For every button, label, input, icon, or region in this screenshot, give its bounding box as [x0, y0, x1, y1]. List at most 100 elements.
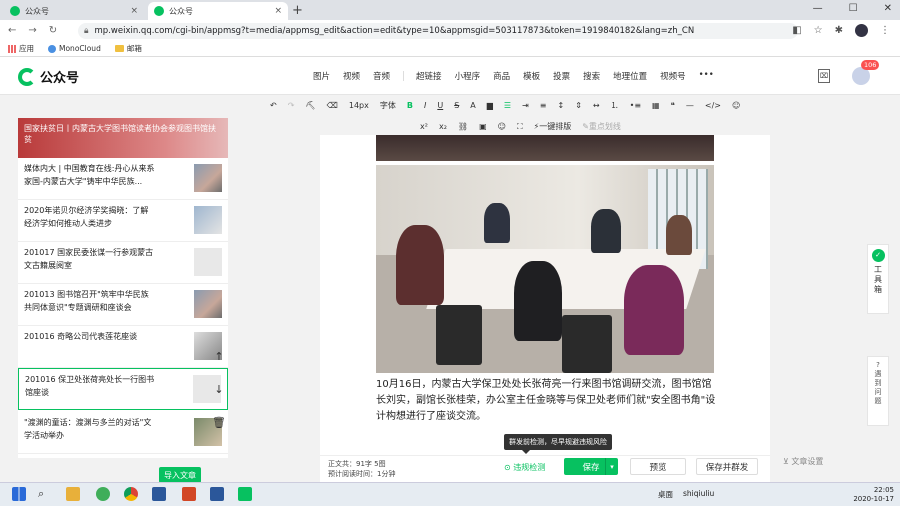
save-dropdown-icon[interactable]: ▾	[605, 458, 618, 475]
font-size-select[interactable]: 14px	[349, 101, 369, 110]
list-item[interactable]: 201017 国家民委张谋一行参观蒙古文古籍展阅室	[18, 242, 228, 284]
wechat-icon[interactable]	[238, 487, 252, 501]
nav-miniprogram[interactable]: 小程序	[455, 70, 481, 82]
nav-image[interactable]: 图片	[313, 70, 330, 82]
divider-icon[interactable]: —	[686, 101, 694, 110]
move-up-icon[interactable]: ↑	[214, 350, 223, 364]
quote-icon[interactable]: ❝	[671, 101, 675, 110]
reload-icon[interactable]: ↻	[49, 25, 57, 36]
app-icon[interactable]	[96, 487, 110, 501]
menu-kebab-icon[interactable]: ⋮	[880, 25, 890, 36]
article-settings-button[interactable]: ⊻ 文章设置	[783, 456, 823, 467]
chrome-icon[interactable]	[124, 487, 138, 501]
tab-close-icon[interactable]: ×	[274, 6, 282, 16]
sticker-icon[interactable]: ☺	[498, 122, 506, 131]
nav-template[interactable]: 模板	[523, 70, 540, 82]
maximize-icon[interactable]: ☐	[849, 3, 858, 14]
toolbox-panel[interactable]: ✓ 工具箱	[867, 244, 889, 314]
list-item-selected[interactable]: 201016 保卫处张荷亮处长一行图书馆座谈	[18, 368, 228, 410]
nav-search[interactable]: 搜索	[583, 70, 600, 82]
new-tab-button[interactable]: +	[292, 3, 303, 18]
file-explorer-icon[interactable]	[66, 487, 80, 501]
tab-close-icon[interactable]: ×	[130, 6, 138, 16]
strikethrough-icon[interactable]: S	[454, 101, 459, 110]
powerpoint-icon[interactable]	[182, 487, 196, 501]
nav-audio[interactable]: 音频	[373, 70, 390, 82]
unordered-list-icon[interactable]: •≡	[630, 101, 641, 110]
indent-icon[interactable]: ⇥	[522, 101, 529, 110]
mp-logo[interactable]: 公众号	[18, 67, 79, 86]
align-icon[interactable]: ≡	[540, 101, 547, 110]
fullscreen-icon[interactable]: ⛶	[517, 122, 523, 132]
star-icon[interactable]: ☆	[814, 25, 823, 36]
browser-tab-2[interactable]: 公众号 ×	[148, 2, 288, 20]
save-and-send-button[interactable]: 保存并群发	[696, 458, 758, 475]
nav-hyperlink[interactable]: 超链接	[416, 70, 442, 82]
move-down-icon[interactable]: ↓	[214, 383, 223, 397]
article-image-1[interactable]	[376, 135, 714, 161]
format-painter-icon[interactable]: ⛏︎	[305, 101, 315, 110]
violation-check-button[interactable]: ⊙ 违规检测	[504, 462, 545, 473]
background-color-icon[interactable]: ▆	[487, 101, 493, 110]
letter-spacing-icon[interactable]: ↔	[593, 101, 600, 110]
bold-icon[interactable]: B	[407, 101, 413, 110]
cover-article[interactable]: 国家扶贫日丨内蒙古大学图书馆读者协会参观图书馆扶贫	[18, 118, 228, 158]
browser-tab-1[interactable]: 公众号 ×	[4, 2, 144, 20]
ordered-list-icon[interactable]: ⒈	[611, 100, 619, 111]
list-item[interactable]: 媒体内大 | 中国教育在线:丹心从来系家国-内蒙古大学"铸牢中华民族...	[18, 158, 228, 200]
minimize-icon[interactable]: —	[813, 3, 823, 14]
subscript-icon[interactable]: x₂	[439, 122, 447, 131]
nav-vote[interactable]: 投票	[553, 70, 570, 82]
align-left-icon[interactable]: ☰	[504, 101, 511, 110]
line-height-icon[interactable]: ↕	[558, 101, 565, 110]
paragraph-spacing-icon[interactable]: ⇕	[575, 101, 582, 110]
table-icon[interactable]: ▦	[652, 101, 660, 110]
list-item[interactable]: "渡渊的童话：渡渊与多兰的对话"文学活动举办	[18, 412, 228, 454]
italic-icon[interactable]: I	[424, 101, 426, 110]
list-item[interactable]: 201013 图书馆召开"筑牢中华民族共同体意识"专题调研和座谈会	[18, 284, 228, 326]
delete-icon[interactable]: 🗑︎	[212, 416, 226, 430]
url-bar[interactable]: 🔒︎ mp.weixin.qq.com/cgi-bin/appmsg?t=med…	[78, 23, 798, 39]
redo-icon[interactable]: ↷	[288, 101, 295, 110]
image-icon[interactable]: ▣	[479, 122, 487, 131]
phone-preview-icon[interactable]: ⌧	[818, 69, 830, 83]
import-article-button[interactable]: 导入文章	[159, 467, 201, 483]
emoji-icon[interactable]: ☺	[732, 101, 740, 110]
windows-start-icon[interactable]	[12, 487, 26, 501]
extension-icon[interactable]: ◧	[792, 25, 801, 36]
clear-format-icon[interactable]: ⌫	[327, 101, 338, 110]
link-icon[interactable]: ⛓︎	[458, 122, 468, 131]
undo-icon[interactable]: ↶	[270, 101, 277, 110]
font-select[interactable]: 字体	[380, 100, 396, 111]
system-clock[interactable]: 22:05 2020-10-17	[853, 486, 894, 504]
word-icon[interactable]	[210, 487, 224, 501]
font-color-icon[interactable]: A	[470, 101, 475, 110]
one-click-layout-button[interactable]: ⚡一键排版	[534, 121, 572, 132]
nav-channels[interactable]: 视频号	[660, 70, 686, 82]
forward-icon[interactable]: →	[28, 25, 36, 36]
list-item[interactable]: 2020年诺贝尔经济学奖揭晓：了解经济学如何推动人类进步	[18, 200, 228, 242]
underline-icon[interactable]: U	[437, 101, 443, 110]
preview-button[interactable]: 预览	[630, 458, 686, 475]
nav-video[interactable]: 视频	[343, 70, 360, 82]
bookmark-monocloud[interactable]: MonoCloud	[48, 44, 101, 53]
back-icon[interactable]: ←	[8, 25, 16, 36]
nav-more[interactable]: •••	[699, 70, 714, 82]
superscript-icon[interactable]: x²	[420, 122, 428, 131]
code-icon[interactable]: </>	[705, 101, 721, 110]
nav-product[interactable]: 商品	[493, 70, 510, 82]
article-paragraph[interactable]: 10月16日，内蒙古大学保卫处处长张荷亮一行来图书馆调研交流，图书馆馆长刘实，副…	[376, 377, 716, 425]
editor-canvas[interactable]: 10月16日，内蒙古大学保卫处处长张荷亮一行来图书馆调研交流，图书馆馆长刘实，副…	[320, 135, 770, 455]
profile-avatar[interactable]	[855, 24, 868, 37]
article-image-2[interactable]	[376, 165, 714, 373]
user-avatar[interactable]: 106	[852, 60, 880, 85]
bookmark-apps[interactable]: 应用	[8, 43, 34, 54]
search-icon[interactable]: ⌕	[38, 487, 52, 501]
bookmark-mail[interactable]: 邮箱	[114, 43, 142, 54]
desktop-label[interactable]: 桌面	[658, 489, 673, 500]
close-window-icon[interactable]: ✕	[884, 3, 892, 14]
nav-location[interactable]: 地理位置	[613, 70, 647, 82]
help-panel[interactable]: ? 遇到问题	[867, 356, 889, 426]
word-icon[interactable]	[152, 487, 166, 501]
key-highlight-button[interactable]: ✎重点划线	[582, 121, 621, 132]
